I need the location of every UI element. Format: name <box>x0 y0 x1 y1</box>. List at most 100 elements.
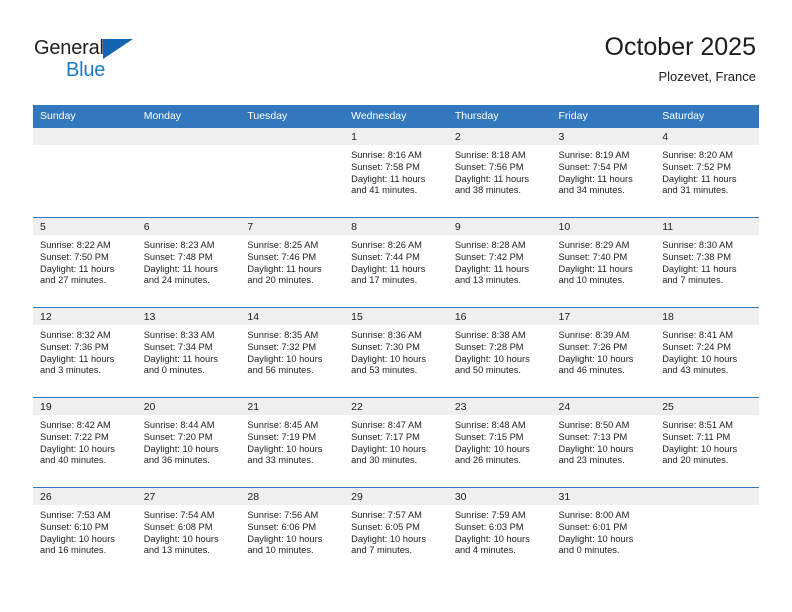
calendar-day-cell[interactable]: 20 Sunrise: 8:44 AM Sunset: 7:20 PM Dayligh… <box>136 397 241 488</box>
sunrise-text: Sunrise: 8:48 AM <box>454 420 526 430</box>
sunset-text: Sunset: 7:28 PM <box>454 341 524 352</box>
daylight-text-line2: and 0 minutes. <box>143 365 205 376</box>
day-sun-info: Sunrise: 8:25 AM Sunset: 7:46 PM Daylight:… <box>240 235 344 287</box>
calendar-empty-cell <box>33 127 137 218</box>
day-cell-inner: 25 Sunrise: 8:51 AM Sunset: 7:11 PM Dayligh… <box>655 398 759 487</box>
sunset-text: Sunset: 7:42 PM <box>454 251 524 262</box>
sunset-text: Sunset: 6:03 PM <box>454 521 524 532</box>
sunrise-text: Sunrise: 8:44 AM <box>143 420 215 430</box>
calendar-day-cell[interactable]: 17 Sunrise: 8:39 AM Sunset: 7:26 PM Dayligh… <box>551 307 656 398</box>
daylight-text-line2: and 20 minutes. <box>662 455 729 466</box>
daylight-text-line1: Daylight: 11 hours <box>247 263 322 274</box>
sunrise-text: Sunrise: 7:57 AM <box>351 510 422 520</box>
day-sun-info: Sunrise: 7:57 AM Sunset: 6:05 PM Daylight:… <box>344 505 448 557</box>
sunset-text: Sunset: 7:50 PM <box>40 251 109 262</box>
daylight-text-line1: Daylight: 10 hours <box>558 443 634 454</box>
calendar-day-cell[interactable]: 30 Sunrise: 7:59 AM Sunset: 6:03 PM Dayligh… <box>447 487 552 577</box>
sunrise-text: Sunrise: 8:28 AM <box>454 240 526 250</box>
daylight-text-line1: Daylight: 11 hours <box>662 173 737 184</box>
daylight-text-line2: and 30 minutes. <box>351 455 418 466</box>
calendar-week-row: 19 Sunrise: 8:42 AM Sunset: 7:22 PM Dayligh… <box>33 397 759 488</box>
calendar-day-cell[interactable]: 19 Sunrise: 8:42 AM Sunset: 7:22 PM Dayligh… <box>33 397 137 488</box>
logo-text-general: General <box>34 37 104 59</box>
sunrise-text: Sunrise: 8:30 AM <box>662 240 734 250</box>
sunrise-text: Sunrise: 8:38 AM <box>454 330 526 340</box>
calendar-day-cell[interactable]: 16 Sunrise: 8:38 AM Sunset: 7:28 PM Dayligh… <box>447 307 552 398</box>
calendar-day-cell[interactable]: 23 Sunrise: 8:48 AM Sunset: 7:15 PM Dayligh… <box>447 397 552 488</box>
daylight-text-line2: and 38 minutes. <box>454 185 521 196</box>
calendar-day-cell[interactable]: 24 Sunrise: 8:50 AM Sunset: 7:13 PM Dayligh… <box>551 397 656 488</box>
day-sun-info: Sunrise: 8:28 AM Sunset: 7:42 PM Daylight:… <box>448 235 552 287</box>
calendar-day-cell[interactable]: 29 Sunrise: 7:57 AM Sunset: 6:05 PM Dayligh… <box>344 487 448 577</box>
sunrise-text: Sunrise: 8:32 AM <box>40 330 111 340</box>
calendar-day-cell[interactable]: 22 Sunrise: 8:47 AM Sunset: 7:17 PM Dayligh… <box>344 397 448 488</box>
calendar-day-cell[interactable]: 13 Sunrise: 8:33 AM Sunset: 7:34 PM Dayligh… <box>136 307 241 398</box>
day-number: 10 <box>551 218 656 235</box>
calendar-day-cell[interactable]: 14 Sunrise: 8:35 AM Sunset: 7:32 PM Dayligh… <box>240 307 345 398</box>
calendar-day-cell[interactable]: 4 Sunrise: 8:20 AM Sunset: 7:52 PM Daylight… <box>655 127 759 218</box>
daylight-text-line1: Daylight: 11 hours <box>40 263 115 274</box>
daylight-text-line2: and 41 minutes. <box>351 185 418 196</box>
sunrise-text: Sunrise: 8:51 AM <box>662 420 734 430</box>
sunset-text: Sunset: 6:10 PM <box>40 521 109 532</box>
sunrise-text: Sunrise: 7:53 AM <box>40 510 111 520</box>
calendar-day-cell[interactable]: 3 Sunrise: 8:19 AM Sunset: 7:54 PM Daylight… <box>551 127 656 218</box>
day-number: 8 <box>344 218 448 235</box>
calendar-day-cell[interactable]: 1 Sunrise: 8:16 AM Sunset: 7:58 PM Daylight… <box>344 127 448 218</box>
day-sun-info: Sunrise: 8:38 AM Sunset: 7:28 PM Daylight:… <box>448 325 552 377</box>
sunrise-text: Sunrise: 8:50 AM <box>558 420 630 430</box>
calendar-day-cell[interactable]: 12 Sunrise: 8:32 AM Sunset: 7:36 PM Dayligh… <box>33 307 137 398</box>
calendar-day-cell[interactable]: 28 Sunrise: 7:56 AM Sunset: 6:06 PM Dayligh… <box>240 487 345 577</box>
calendar-day-cell[interactable]: 25 Sunrise: 8:51 AM Sunset: 7:11 PM Dayligh… <box>655 397 759 488</box>
sunrise-text: Sunrise: 8:33 AM <box>143 330 215 340</box>
day-sun-info: Sunrise: 8:20 AM Sunset: 7:52 PM Daylight:… <box>655 145 759 197</box>
calendar-day-cell[interactable]: 18 Sunrise: 8:41 AM Sunset: 7:24 PM Dayligh… <box>655 307 759 398</box>
sunset-text: Sunset: 7:36 PM <box>40 341 109 352</box>
daylight-text-line1: Daylight: 11 hours <box>454 173 530 184</box>
calendar-day-cell[interactable]: 26 Sunrise: 7:53 AM Sunset: 6:10 PM Dayligh… <box>33 487 137 577</box>
weekday-header-sunday: Sunday <box>33 105 137 128</box>
sunset-text: Sunset: 7:11 PM <box>662 431 731 442</box>
day-number: 28 <box>240 488 345 505</box>
day-sun-info: Sunrise: 8:50 AM Sunset: 7:13 PM Daylight:… <box>552 415 656 467</box>
daylight-text-line1: Daylight: 10 hours <box>351 353 427 364</box>
daylight-text-line1: Daylight: 11 hours <box>40 353 115 364</box>
calendar-day-cell[interactable]: 5 Sunrise: 8:22 AM Sunset: 7:50 PM Daylight… <box>33 217 137 308</box>
day-number: 6 <box>136 218 241 235</box>
weekday-header-friday: Friday <box>551 105 656 128</box>
calendar-day-cell[interactable]: 21 Sunrise: 8:45 AM Sunset: 7:19 PM Dayligh… <box>240 397 345 488</box>
calendar-day-cell[interactable]: 7 Sunrise: 8:25 AM Sunset: 7:46 PM Daylight… <box>240 217 345 308</box>
day-number: 30 <box>447 488 552 505</box>
calendar-day-cell[interactable]: 9 Sunrise: 8:28 AM Sunset: 7:42 PM Daylight… <box>447 217 552 308</box>
calendar-day-cell[interactable]: 8 Sunrise: 8:26 AM Sunset: 7:44 PM Daylight… <box>344 217 448 308</box>
sunrise-text: Sunrise: 8:23 AM <box>143 240 215 250</box>
day-number <box>655 488 759 505</box>
calendar-day-cell[interactable]: 6 Sunrise: 8:23 AM Sunset: 7:48 PM Daylight… <box>136 217 241 308</box>
daylight-text-line1: Daylight: 10 hours <box>558 353 634 364</box>
calendar-day-cell[interactable]: 27 Sunrise: 7:54 AM Sunset: 6:08 PM Dayligh… <box>136 487 241 577</box>
daylight-text-line1: Daylight: 10 hours <box>558 533 634 544</box>
calendar-day-cell[interactable]: 15 Sunrise: 8:36 AM Sunset: 7:30 PM Dayligh… <box>344 307 448 398</box>
daylight-text-line1: Daylight: 11 hours <box>558 263 633 274</box>
daylight-text-line2: and 46 minutes. <box>558 365 625 376</box>
daylight-text-line1: Daylight: 10 hours <box>454 443 530 454</box>
calendar-day-cell[interactable]: 31 Sunrise: 8:00 AM Sunset: 6:01 PM Dayligh… <box>551 487 656 577</box>
day-sun-info: Sunrise: 8:23 AM Sunset: 7:48 PM Daylight:… <box>137 235 241 287</box>
day-sun-info: Sunrise: 8:42 AM Sunset: 7:22 PM Daylight:… <box>33 415 137 467</box>
sunset-text: Sunset: 7:32 PM <box>247 341 317 352</box>
calendar-day-cell[interactable]: 11 Sunrise: 8:30 AM Sunset: 7:38 PM Dayligh… <box>655 217 759 308</box>
day-cell-inner: 3 Sunrise: 8:19 AM Sunset: 7:54 PM Daylight… <box>551 128 656 217</box>
page-subtitle: Plozevet, France <box>658 69 756 84</box>
calendar-day-cell[interactable]: 10 Sunrise: 8:29 AM Sunset: 7:40 PM Dayligh… <box>551 217 656 308</box>
weekday-header-tuesday: Tuesday <box>240 105 345 128</box>
calendar-day-cell[interactable]: 2 Sunrise: 8:18 AM Sunset: 7:56 PM Daylight… <box>447 127 552 218</box>
sunset-text: Sunset: 6:06 PM <box>247 521 317 532</box>
day-cell-inner: 16 Sunrise: 8:38 AM Sunset: 7:28 PM Dayligh… <box>447 308 552 397</box>
daylight-text-line1: Daylight: 11 hours <box>143 263 218 274</box>
sunset-text: Sunset: 7:58 PM <box>351 161 420 172</box>
daylight-text-line1: Daylight: 10 hours <box>454 353 530 364</box>
daylight-text-line2: and 50 minutes. <box>454 365 521 376</box>
daylight-text-line2: and 34 minutes. <box>558 185 625 196</box>
sunset-text: Sunset: 7:52 PM <box>662 161 731 172</box>
day-cell-inner <box>240 128 345 217</box>
